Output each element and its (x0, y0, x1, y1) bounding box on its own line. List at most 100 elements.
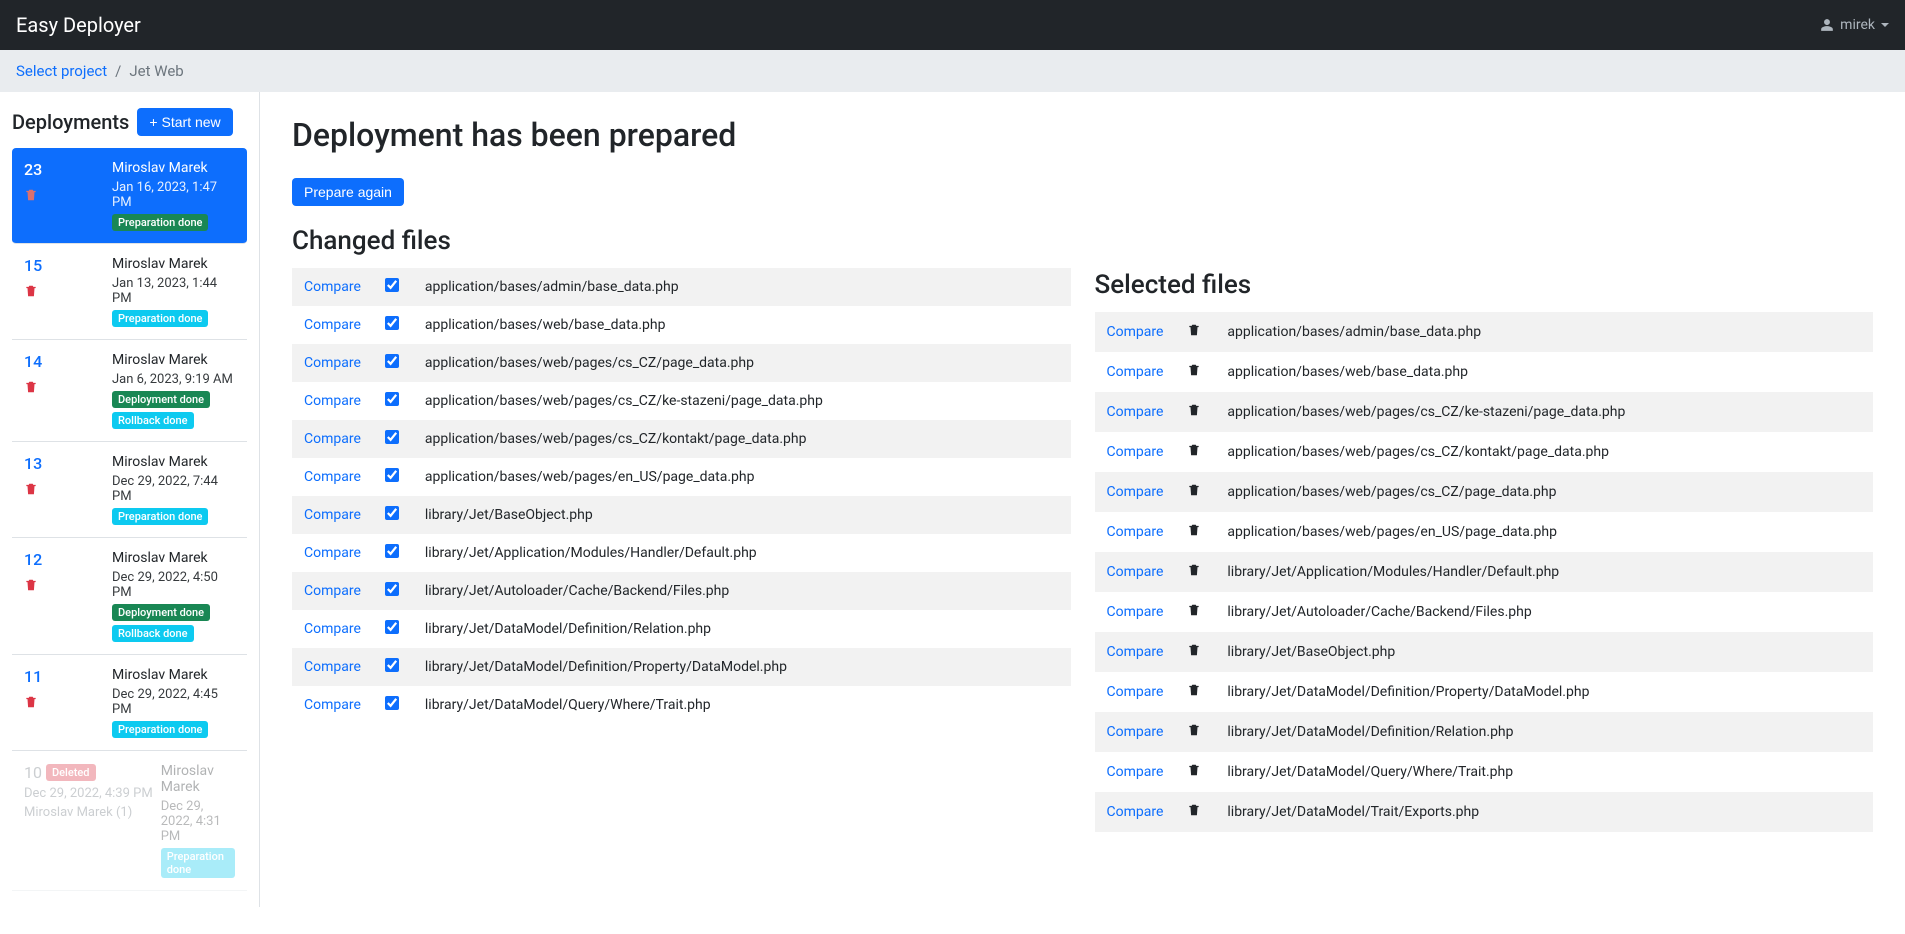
deployment-id: 23 (24, 160, 104, 179)
compare-link[interactable]: Compare (304, 621, 361, 637)
compare-link[interactable]: Compare (304, 469, 361, 485)
compare-link[interactable]: Compare (1107, 524, 1164, 540)
trash-icon[interactable] (24, 283, 38, 299)
table-row: Compareapplication/bases/web/pages/cs_CZ… (292, 382, 1071, 420)
file-path: application/bases/web/pages/en_US/page_d… (1215, 512, 1873, 552)
trash-icon[interactable] (1187, 322, 1201, 338)
deployment-item[interactable]: 14Miroslav MarekJan 6, 2023, 9:19 AMDepl… (12, 340, 247, 442)
prepare-again-button[interactable]: Prepare again (292, 178, 404, 206)
deployment-item[interactable]: 11Miroslav MarekDec 29, 2022, 4:45 PMPre… (12, 655, 247, 751)
compare-link[interactable]: Compare (1107, 804, 1164, 820)
compare-link[interactable]: Compare (1107, 404, 1164, 420)
trash-icon[interactable] (24, 694, 38, 710)
table-row: Compare library/Jet/DataModel/Query/Where… (292, 686, 1071, 724)
brand[interactable]: Easy Deployer (16, 13, 141, 37)
trash-icon[interactable] (1187, 602, 1201, 618)
deployment-item[interactable]: 15Miroslav MarekJan 13, 2023, 1:44 PMPre… (12, 244, 247, 340)
deployment-author: Miroslav Marek (112, 352, 235, 368)
file-checkbox[interactable] (385, 430, 399, 444)
compare-link[interactable]: Compare (304, 545, 361, 561)
trash-icon[interactable] (1187, 762, 1201, 778)
trash-icon[interactable] (1187, 482, 1201, 498)
deployment-item-deleted[interactable]: 10 DeletedDec 29, 2022, 4:39 PMMiroslav … (12, 751, 247, 891)
trash-icon[interactable] (1187, 402, 1201, 418)
user-menu[interactable]: mirek (1820, 17, 1889, 33)
file-checkbox[interactable] (385, 468, 399, 482)
sidebar-title: Deployments (12, 110, 129, 134)
file-checkbox[interactable] (385, 582, 399, 596)
compare-link[interactable]: Compare (304, 697, 361, 713)
compare-link[interactable]: Compare (1107, 444, 1164, 460)
deployment-id: 14 (24, 352, 104, 371)
trash-icon[interactable] (1187, 442, 1201, 458)
breadcrumb-separator: / (115, 62, 121, 80)
trash-icon[interactable] (1187, 642, 1201, 658)
compare-link[interactable]: Compare (1107, 564, 1164, 580)
trash-icon[interactable] (1187, 562, 1201, 578)
compare-link[interactable]: Compare (1107, 764, 1164, 780)
compare-link[interactable]: Compare (304, 507, 361, 523)
deployment-author: Miroslav Marek (161, 763, 235, 795)
table-row: Comparelibrary/Jet/Application/Modules/H… (1095, 552, 1874, 592)
trash-icon[interactable] (24, 481, 38, 497)
deployment-date: Jan 6, 2023, 9:19 AM (112, 372, 235, 387)
deployment-item[interactable]: 13Miroslav MarekDec 29, 2022, 7:44 PMPre… (12, 442, 247, 538)
file-path: library/Jet/BaseObject.php (1215, 632, 1873, 672)
compare-link[interactable]: Compare (1107, 724, 1164, 740)
file-path: application/bases/web/pages/cs_CZ/kontak… (1215, 432, 1873, 472)
file-path: library/Jet/DataModel/Definition/Propert… (1215, 672, 1873, 712)
file-path: library/Jet/BaseObject.php (413, 496, 1071, 534)
compare-link[interactable]: Compare (304, 355, 361, 371)
trash-icon[interactable] (1187, 682, 1201, 698)
compare-link[interactable]: Compare (1107, 604, 1164, 620)
status-badge: Deployment done (112, 604, 210, 621)
trash-icon[interactable] (1187, 802, 1201, 818)
compare-link[interactable]: Compare (304, 279, 361, 295)
file-checkbox[interactable] (385, 696, 399, 710)
compare-link[interactable]: Compare (304, 659, 361, 675)
trash-icon[interactable] (24, 187, 38, 203)
deployment-item[interactable]: 23Miroslav MarekJan 16, 2023, 1:47 PMPre… (12, 148, 247, 244)
trash-icon[interactable] (1187, 362, 1201, 378)
status-badge: Preparation done (112, 721, 208, 738)
page-title: Deployment has been prepared (292, 116, 1873, 154)
trash-icon[interactable] (24, 379, 38, 395)
compare-link[interactable]: Compare (304, 393, 361, 409)
file-checkbox[interactable] (385, 544, 399, 558)
breadcrumb-select-project[interactable]: Select project (16, 62, 107, 80)
compare-link[interactable]: Compare (1107, 644, 1164, 660)
sidebar: Deployments + Start new 23Miroslav Marek… (0, 92, 260, 907)
trash-icon[interactable] (24, 577, 38, 593)
compare-link[interactable]: Compare (304, 583, 361, 599)
file-path: library/Jet/DataModel/Query/Where/Trait.… (413, 686, 1071, 724)
file-checkbox[interactable] (385, 316, 399, 330)
file-checkbox[interactable] (385, 658, 399, 672)
trash-icon[interactable] (1187, 722, 1201, 738)
file-path: application/bases/web/base_data.php (1215, 352, 1873, 392)
deleted-badge: Deleted (46, 764, 96, 781)
deployment-date: Dec 29, 2022, 4:31 PM (161, 799, 235, 844)
compare-link[interactable]: Compare (1107, 684, 1164, 700)
file-checkbox[interactable] (385, 620, 399, 634)
compare-link[interactable]: Compare (1107, 484, 1164, 500)
file-checkbox[interactable] (385, 278, 399, 292)
file-checkbox[interactable] (385, 392, 399, 406)
compare-link[interactable]: Compare (1107, 364, 1164, 380)
deleted-date: Dec 29, 2022, 4:39 PM (24, 786, 153, 801)
breadcrumb: Select project / Jet Web (0, 50, 1905, 92)
table-row: Compare library/Jet/BaseObject.php (292, 496, 1071, 534)
deployment-item[interactable]: 12Miroslav MarekDec 29, 2022, 4:50 PMDep… (12, 538, 247, 655)
file-checkbox[interactable] (385, 354, 399, 368)
compare-link[interactable]: Compare (304, 431, 361, 447)
table-row: Compareapplication/bases/web/pages/cs_CZ… (1095, 392, 1874, 432)
trash-icon[interactable] (1187, 522, 1201, 538)
table-row: Compareapplication/bases/web/pages/cs_CZ… (292, 344, 1071, 382)
file-path: library/Jet/Autoloader/Cache/Backend/Fil… (1215, 592, 1873, 632)
compare-link[interactable]: Compare (1107, 324, 1164, 340)
start-new-button[interactable]: + Start new (137, 108, 232, 136)
table-row: Comparelibrary/Jet/DataModel/Definition/… (292, 648, 1071, 686)
file-path: application/bases/web/pages/cs_CZ/kontak… (413, 420, 1071, 458)
user-name: mirek (1840, 17, 1875, 33)
file-checkbox[interactable] (385, 506, 399, 520)
compare-link[interactable]: Compare (304, 317, 361, 333)
